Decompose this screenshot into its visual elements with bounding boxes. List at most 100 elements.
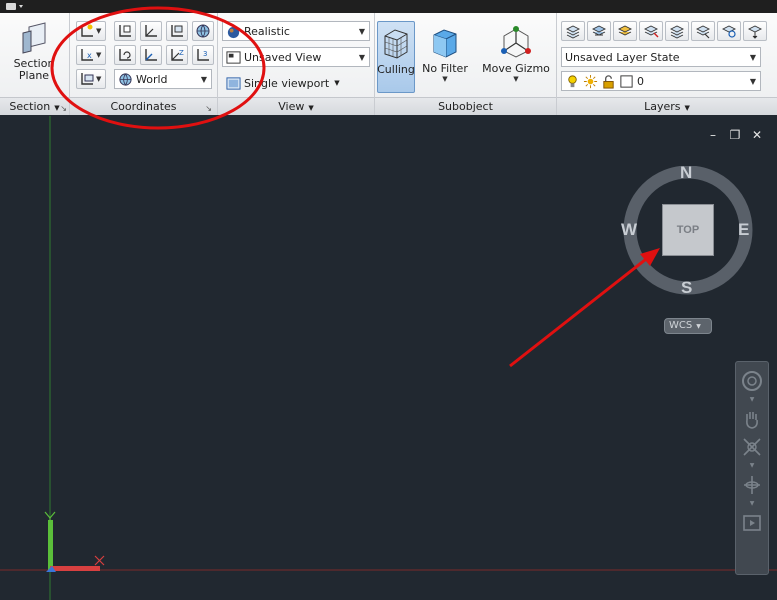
layers-panel: Unsaved Layer State ▼ 0 ▼ Layers ▼ (557, 13, 777, 115)
named-view-combo[interactable]: Unsaved View ▼ (222, 47, 370, 67)
orbit-icon (744, 476, 760, 494)
layers-panel-title[interactable]: Layers ▼ (557, 97, 777, 115)
steering-wheel-icon (742, 371, 762, 391)
section-plane-icon (22, 22, 46, 54)
ucs-named-icon (119, 25, 131, 37)
visual-style-combo[interactable]: Realistic ▼ (222, 21, 370, 41)
drawing-viewport[interactable]: – ❐ ✕ X Y N S E W TOP (0, 116, 777, 600)
viewcube[interactable]: N S E W TOP (620, 163, 760, 306)
zoom-extents-button[interactable] (739, 434, 765, 460)
section-panel-launcher-icon[interactable]: ↘ (60, 104, 67, 113)
move-gizmo-label: Move Gizmo (482, 62, 550, 75)
ucs-3point-icon: 3 (197, 49, 209, 61)
compass-north[interactable]: N (680, 163, 692, 183)
showmotion-button[interactable] (739, 510, 765, 536)
culling-button[interactable]: Culling (377, 21, 415, 93)
viewcube-top-face[interactable]: TOP (662, 204, 714, 256)
navigation-bar: ▼ ▼ ▼ (735, 361, 769, 575)
section-panel: Section Plane Section ▼ ↘ (0, 13, 70, 115)
zoom-extents-icon (743, 438, 761, 456)
ucs-3point-button[interactable]: 3 (192, 45, 214, 65)
compass-east[interactable]: E (738, 220, 749, 240)
no-filter-button[interactable]: No Filter ▼ (421, 25, 469, 83)
layer-walk-icon (695, 25, 711, 39)
ucs-named-button[interactable] (114, 21, 136, 41)
steering-wheel-button[interactable] (739, 368, 765, 394)
section-panel-title[interactable]: Section ▼ (0, 97, 69, 115)
viewport-config-value: Single viewport (244, 76, 330, 90)
no-filter-label: No Filter (422, 62, 468, 75)
chevron-down-icon[interactable]: ▼ (750, 462, 755, 470)
globe-icon (196, 24, 210, 38)
pan-button[interactable] (739, 406, 765, 432)
compass-west[interactable]: W (621, 220, 637, 240)
ucs-icon-properties-button[interactable]: ▼ (76, 69, 106, 89)
chevron-down-icon: ▼ (54, 104, 60, 112)
svg-text:3: 3 (203, 50, 207, 58)
ucs-z-icon: Z (171, 49, 184, 61)
visual-style-value: Realistic (244, 24, 290, 38)
layer-isolate-button[interactable] (613, 21, 637, 41)
svg-text:x: x (87, 51, 92, 60)
layer-isolate-icon (617, 25, 633, 36)
viewport-config-button[interactable]: Single viewport ▼ (222, 73, 342, 93)
layer-state-value: Unsaved Layer State (565, 50, 680, 64)
ucs-axis-icon (44, 511, 105, 572)
ribbon: Section Plane Section ▼ ↘ ▼ x ▼ Z 3 ▼ Wo… (0, 13, 777, 115)
named-view-icon (226, 50, 241, 64)
ucs-x-button[interactable]: x ▼ (76, 45, 106, 65)
ucs-world-button[interactable] (140, 21, 162, 41)
viewport-icon (226, 76, 241, 90)
layer-state-combo[interactable]: Unsaved Layer State ▼ (561, 47, 761, 67)
compass-south[interactable]: S (681, 278, 692, 298)
layer-state-icon (591, 25, 607, 36)
layer-states-button[interactable] (587, 21, 611, 41)
chevron-down-icon: ▼ (308, 104, 314, 112)
undo-ucs-icon (119, 49, 131, 61)
layer-delete-icon (747, 25, 763, 39)
orbit-button[interactable] (739, 472, 765, 498)
chevron-down-icon: ▼ (749, 53, 756, 62)
chevron-down-icon: ▼ (200, 75, 207, 84)
move-gizmo-icon (501, 26, 531, 58)
view-panel: Realistic ▼ Unsaved View ▼ Single viewpo… (218, 13, 375, 115)
application-menu-button[interactable] (6, 2, 36, 11)
ucs-icon-properties-icon (81, 73, 94, 85)
ucs-origin-button[interactable] (140, 45, 162, 65)
ucs-origin-icon (145, 49, 157, 61)
cube-filter-icon (433, 29, 457, 58)
title-bar (0, 0, 777, 13)
layer-previous-icon (669, 25, 685, 39)
ucs-combo[interactable]: World ▼ (114, 69, 212, 89)
layer-previous-button[interactable] (665, 21, 689, 41)
chevron-down-icon: ▼ (696, 323, 701, 330)
autocad-window: Section Plane Section ▼ ↘ ▼ x ▼ Z 3 ▼ Wo… (0, 0, 777, 600)
layer-merge-button[interactable] (717, 21, 741, 41)
ucs-button[interactable]: ▼ (76, 21, 106, 41)
chevron-down-icon[interactable]: ▼ (750, 396, 755, 404)
layer-match-button[interactable] (639, 21, 663, 41)
chevron-down-icon[interactable]: ▼ (750, 500, 755, 508)
current-layer-combo[interactable]: 0 ▼ (561, 71, 761, 91)
ucs-face-icon (171, 25, 183, 37)
culling-cube-icon (384, 29, 408, 59)
ucs-combo-value: World (136, 72, 168, 86)
layer-walk-button[interactable] (691, 21, 715, 41)
ucs-view-button[interactable] (192, 21, 214, 41)
coordinates-panel-launcher-icon[interactable]: ↘ (205, 104, 212, 113)
layer-delete-button[interactable] (743, 21, 767, 41)
culling-label: Culling (377, 63, 415, 76)
ucs-previous-button[interactable] (114, 45, 136, 65)
ucs-face-button[interactable] (166, 21, 188, 41)
chevron-down-icon: ▼ (358, 53, 365, 62)
wcs-label: WCS (669, 320, 693, 331)
section-plane-button[interactable]: Section Plane (6, 21, 62, 82)
move-gizmo-button[interactable]: Move Gizmo ▼ (481, 25, 551, 83)
layer-properties-button[interactable] (561, 21, 585, 41)
wcs-menu[interactable]: WCS ▼ (664, 318, 712, 334)
current-layer-value: 0 (637, 74, 644, 88)
ucs-z-button[interactable]: Z (166, 45, 188, 65)
showmotion-icon (743, 515, 761, 531)
view-panel-title[interactable]: View ▼ (218, 97, 374, 115)
section-plane-label: Section Plane (13, 57, 55, 82)
